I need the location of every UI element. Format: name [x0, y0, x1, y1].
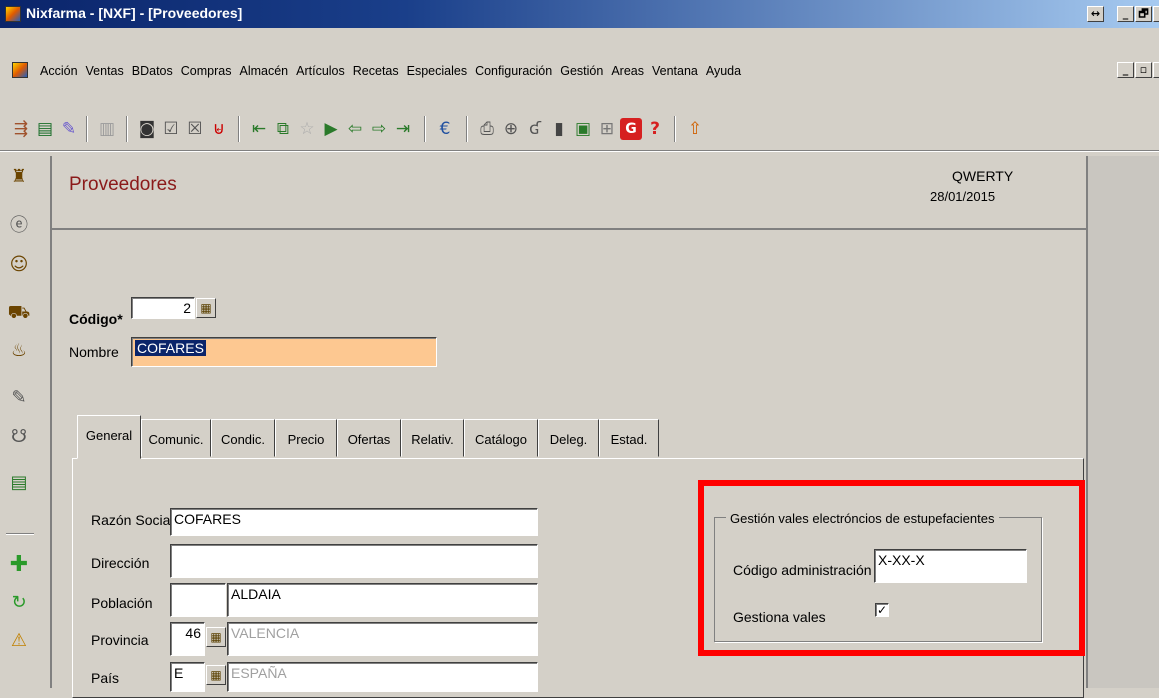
- menu-ventas[interactable]: Ventas: [82, 64, 128, 78]
- window-title: Nixfarma - [NXF] - [Proveedores]: [26, 5, 243, 21]
- provincia-label: Provincia: [91, 632, 149, 648]
- menu-accion[interactable]: Acción: [36, 64, 82, 78]
- tab-condic[interactable]: Condic.: [211, 419, 275, 457]
- pais-label: País: [91, 670, 120, 686]
- menu-compras[interactable]: Compras: [177, 64, 236, 78]
- up-icon[interactable]: ⇧: [684, 118, 706, 140]
- people-icon[interactable]: ☋: [6, 424, 32, 450]
- star-icon[interactable]: ☆: [296, 118, 318, 140]
- codigo-input[interactable]: 2: [131, 297, 195, 319]
- first-icon[interactable]: ⇤: [248, 118, 270, 140]
- edit-icon[interactable]: ✎: [58, 118, 80, 140]
- tab-general[interactable]: General: [77, 415, 141, 459]
- pais-lookup-icon[interactable]: ▦: [206, 665, 226, 685]
- tab-ofertas[interactable]: Ofertas: [337, 419, 401, 457]
- document-menu-icon[interactable]: [12, 62, 28, 78]
- document-icon[interactable]: ▤: [34, 118, 56, 140]
- doc-restore-button[interactable]: ▫: [1135, 62, 1152, 78]
- binoculars-icon[interactable]: ◙: [136, 118, 158, 140]
- menu-especiales[interactable]: Especiales: [403, 64, 471, 78]
- tab-precio[interactable]: Precio: [275, 419, 337, 457]
- tab-estad[interactable]: Estad.: [599, 419, 659, 457]
- block-icon[interactable]: ▮: [548, 118, 570, 140]
- clear-icon[interactable]: ☒: [184, 118, 206, 140]
- tab-relativ[interactable]: Relativ.: [401, 419, 464, 457]
- copy-icon[interactable]: ⧉: [272, 118, 294, 140]
- next-icon[interactable]: ⇨: [368, 118, 390, 140]
- g-icon[interactable]: ʛ: [524, 118, 546, 140]
- page-title: Proveedores: [69, 174, 177, 195]
- menu-ayuda[interactable]: Ayuda: [702, 64, 745, 78]
- codigo-lookup-icon[interactable]: ▦: [196, 298, 216, 318]
- razon-social-label: Razón Social: [91, 512, 174, 528]
- menu-bar: Acción Ventas BDatos Compras Almacén Art…: [36, 64, 745, 78]
- tab-deleg[interactable]: Deleg.: [538, 419, 599, 457]
- tab-catalogo[interactable]: Catálogo: [464, 419, 538, 457]
- poblacion-code-input[interactable]: [170, 583, 226, 617]
- highlight-box: [698, 480, 1085, 656]
- tab-comunic[interactable]: Comunic.: [141, 419, 211, 457]
- minimize-button[interactable]: _: [1117, 6, 1134, 22]
- menu-gestion[interactable]: Gestión: [556, 64, 607, 78]
- add-icon[interactable]: ✚: [6, 552, 32, 578]
- nombre-selected-text: COFARES: [135, 340, 206, 356]
- direccion-label: Dirección: [91, 555, 150, 571]
- warning-icon[interactable]: ⚠: [6, 628, 32, 654]
- maximize-button[interactable]: 🗗: [1135, 6, 1152, 22]
- help-icon[interactable]: ?: [644, 118, 666, 140]
- filter-icon[interactable]: ⊌: [208, 118, 230, 140]
- menu-configuracion[interactable]: Configuración: [471, 64, 556, 78]
- doc-close-button[interactable]: [1153, 62, 1159, 78]
- nombre-input[interactable]: COFARES: [131, 337, 437, 367]
- user-name: QWERTY: [952, 168, 1014, 184]
- prev-icon[interactable]: ⇦: [344, 118, 366, 140]
- razon-social-input[interactable]: COFARES: [170, 508, 538, 536]
- euro-icon[interactable]: €: [434, 118, 456, 140]
- person-icon[interactable]: ☺: [6, 252, 32, 278]
- menu-articulos[interactable]: Artículos: [292, 64, 349, 78]
- cart-side-icon[interactable]: ⛟: [6, 300, 32, 326]
- cart-icon[interactable]: ⊞: [596, 118, 618, 140]
- hands-icon[interactable]: ♨: [6, 338, 32, 364]
- circle-e-icon[interactable]: ⓔ: [6, 213, 32, 239]
- pencil-icon[interactable]: ✎: [6, 385, 32, 411]
- register-icon[interactable]: ▤: [6, 470, 32, 496]
- codigo-label: Código*: [69, 311, 123, 327]
- disabled-icon[interactable]: ▥: [96, 118, 118, 140]
- open-icon[interactable]: ▶: [320, 118, 342, 140]
- current-date: 28/01/2015: [930, 189, 996, 204]
- menu-ventana[interactable]: Ventana: [648, 64, 702, 78]
- poblacion-input[interactable]: ALDAIA: [227, 583, 538, 617]
- menu-recetas[interactable]: Recetas: [349, 64, 403, 78]
- export-icon[interactable]: ▣: [572, 118, 594, 140]
- nombre-label: Nombre: [69, 344, 119, 360]
- g-red-icon[interactable]: G: [620, 118, 642, 140]
- provincia-code-input[interactable]: 46: [170, 622, 205, 656]
- refresh-icon[interactable]: ↻: [6, 590, 32, 616]
- menu-almacen[interactable]: Almacén: [235, 64, 292, 78]
- provincia-name: VALENCIA: [227, 622, 538, 656]
- print-icon[interactable]: ⎙: [476, 118, 498, 140]
- app-icon: [5, 6, 21, 22]
- exit-icon[interactable]: ⇶: [10, 118, 32, 140]
- zoom-icon[interactable]: ⊕: [500, 118, 522, 140]
- poblacion-label: Población: [91, 595, 153, 611]
- doc-minimize-button[interactable]: _: [1117, 62, 1134, 78]
- list-check-icon[interactable]: ☑: [160, 118, 182, 140]
- stamp-icon[interactable]: ♜: [6, 164, 32, 190]
- restore-arrows-button[interactable]: ↔: [1087, 6, 1104, 22]
- provincia-lookup-icon[interactable]: ▦: [206, 627, 226, 647]
- right-gutter: [1086, 156, 1159, 688]
- close-button[interactable]: [1153, 6, 1159, 22]
- last-icon[interactable]: ⇥: [392, 118, 414, 140]
- menu-areas[interactable]: Areas: [607, 64, 648, 78]
- menu-bdatos[interactable]: BDatos: [128, 64, 177, 78]
- direccion-input[interactable]: [170, 544, 538, 578]
